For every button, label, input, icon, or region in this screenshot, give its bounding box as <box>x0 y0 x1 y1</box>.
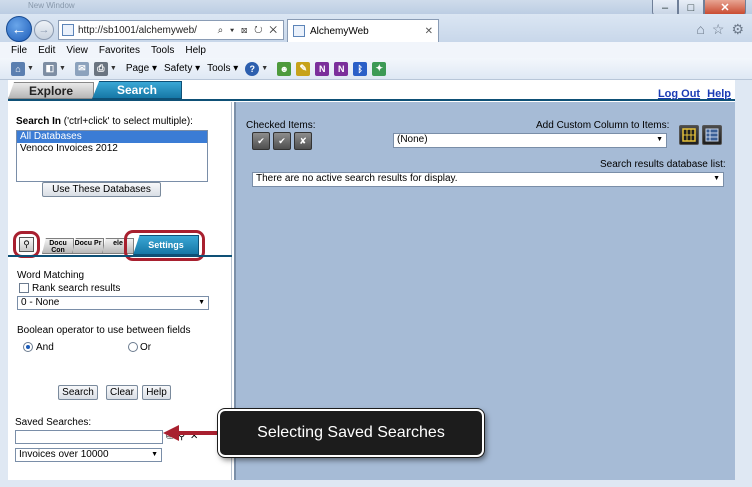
boolean-label: Boolean operator to use between fields <box>17 325 191 336</box>
check-page-icon[interactable]: ✔ <box>273 132 291 150</box>
help-link[interactable]: Help <box>707 88 731 100</box>
menu-file[interactable]: File <box>11 45 27 56</box>
saved-searches-label: Saved Searches: <box>15 417 92 428</box>
add-column-label: Add Custom Column to Items: <box>536 120 670 131</box>
rank-results-label: Rank search results <box>32 283 121 294</box>
database-list[interactable]: All Databases Venoco Invoices 2012 <box>16 130 208 182</box>
address-bar[interactable]: http://sb1001/alchemyweb/ ⌕ ▾ ⊠ ↻ ✕ <box>58 20 284 40</box>
tab-close-icon[interactable]: ✕ <box>425 26 438 37</box>
clear-button[interactable]: Clear <box>106 385 138 400</box>
forward-button[interactable]: → <box>34 20 54 40</box>
messenger-icon[interactable]: ☻ <box>277 61 292 76</box>
browser-tab[interactable]: AlchemyWeb ✕ <box>287 19 439 42</box>
tab-title: AlchemyWeb <box>310 25 369 37</box>
tab-underline <box>8 99 735 101</box>
menu-tools[interactable]: Tools <box>151 45 174 56</box>
help-button[interactable]: Help <box>142 385 171 400</box>
navigation-bar: ← → http://sb1001/alchemyweb/ ⌕ ▾ ⊠ ↻ ✕ … <box>0 14 752 42</box>
menu-favorites[interactable]: Favorites <box>99 45 140 56</box>
callout-arrow-head <box>163 425 179 441</box>
safety-menu[interactable]: Safety ▾ <box>164 63 200 74</box>
word-matching-value: 0 - None <box>21 297 60 308</box>
checked-items-label: Checked Items: <box>246 120 316 131</box>
logout-link[interactable]: Log Out <box>658 88 700 100</box>
use-databases-button[interactable]: Use These Databases <box>42 182 161 197</box>
saved-chevron-down-icon: ▼ <box>151 451 158 458</box>
results-database-select[interactable]: There are no active search results for d… <box>252 172 724 187</box>
search-button[interactable]: Search <box>58 385 98 400</box>
thumbnail-view-icon[interactable] <box>679 125 699 145</box>
search-panel: Search In ('ctrl+click' to select multip… <box>8 102 232 480</box>
callout-arrow-line <box>177 431 218 435</box>
chevron-down-icon: ▼ <box>198 299 205 306</box>
window-title: New Window <box>28 1 75 10</box>
command-bar: ⌂ ▼ ◧ ▼ ✉ ⎙ ▼ Page ▾ Safety ▾ Tools ▾ ? ▼ ☻ … <box>0 58 752 80</box>
print-icon[interactable]: ⎙ <box>93 61 108 76</box>
callout-box: Selecting Saved Searches <box>218 409 484 457</box>
results-value: There are no active search results for d… <box>256 173 458 184</box>
word-matching-label: Word Matching <box>17 270 85 281</box>
addon-icon[interactable]: ✦ <box>372 61 387 76</box>
search-in-label: Search In ('ctrl+click' to select multip… <box>16 116 193 127</box>
list-view-icon[interactable] <box>702 125 722 145</box>
and-label: And <box>36 342 54 353</box>
menu-help[interactable]: Help <box>185 45 206 56</box>
rank-results-checkbox[interactable] <box>19 283 29 293</box>
results-chevron-down-icon: ▼ <box>713 175 720 182</box>
custom-column-value: (None) <box>397 134 428 145</box>
back-button[interactable]: ← <box>6 16 32 42</box>
saved-search-value: Invoices over 10000 <box>19 449 109 460</box>
page-menu[interactable]: Page ▾ <box>126 63 157 74</box>
or-label: Or <box>140 342 152 353</box>
app-tab-bar: Explore Search Log Out Help <box>8 80 735 101</box>
binoculars-highlight-ring <box>13 231 40 258</box>
menu-bar: File Edit View Favorites Tools Help <box>0 42 752 58</box>
tab-page-icon <box>293 25 305 37</box>
bluetooth-icon[interactable]: ᛒ <box>353 61 368 76</box>
tab-explore[interactable]: Explore <box>8 82 94 99</box>
tab-search[interactable]: Search <box>92 81 182 99</box>
favorites-star-icon[interactable]: ☆ <box>712 21 725 38</box>
menu-edit[interactable]: Edit <box>38 45 55 56</box>
home-icon[interactable]: ⌂ <box>696 21 704 38</box>
address-url[interactable]: http://sb1001/alchemyweb/ <box>78 25 218 36</box>
search-in-hint: ('ctrl+click' to select multiple): <box>61 116 193 127</box>
menu-view[interactable]: View <box>66 45 88 56</box>
subtab-document-content[interactable]: Docu Con <box>42 238 74 254</box>
top-links: Log Out Help <box>654 88 731 100</box>
research-icon[interactable]: ✎ <box>296 61 311 76</box>
custom-column-select[interactable]: (None) ▼ <box>393 133 667 148</box>
mail-icon[interactable]: ✉ <box>74 61 89 76</box>
settings-gear-icon[interactable]: ⚙ <box>731 21 744 38</box>
window-titlebar: New Window – □ ✕ <box>0 0 752 16</box>
help-question-icon[interactable]: ? <box>245 61 260 76</box>
database-item-venoco[interactable]: Venoco Invoices 2012 <box>17 143 207 155</box>
database-item-all[interactable]: All Databases <box>17 131 207 143</box>
tools-menu[interactable]: Tools ▾ <box>207 63 238 74</box>
saved-search-name-input[interactable] <box>15 430 163 444</box>
check-all-icon[interactable]: ✔ <box>252 132 270 150</box>
search-in-title: Search In <box>16 116 62 127</box>
page-icon <box>62 24 74 36</box>
results-list-label: Search results database list: <box>600 159 726 170</box>
subtab-document-properties[interactable]: Docu Pr <box>72 238 104 254</box>
column-chevron-down-icon: ▼ <box>656 136 663 143</box>
onenote-linked-icon[interactable]: N <box>334 61 349 76</box>
address-controls[interactable]: ⌕ ▾ ⊠ ↻ ✕ <box>218 25 283 36</box>
and-radio[interactable] <box>23 342 33 352</box>
word-matching-select[interactable]: 0 - None ▼ <box>17 296 209 310</box>
saved-searches-select[interactable]: Invoices over 10000 ▼ <box>15 448 162 462</box>
uncheck-all-icon[interactable]: ✘ <box>294 132 312 150</box>
feeds-icon[interactable]: ◧ <box>42 61 57 76</box>
home-cmd-icon[interactable]: ⌂ <box>11 61 25 76</box>
subtab-underline <box>8 255 232 257</box>
onenote-icon[interactable]: N <box>315 61 330 76</box>
or-radio[interactable] <box>128 342 138 352</box>
